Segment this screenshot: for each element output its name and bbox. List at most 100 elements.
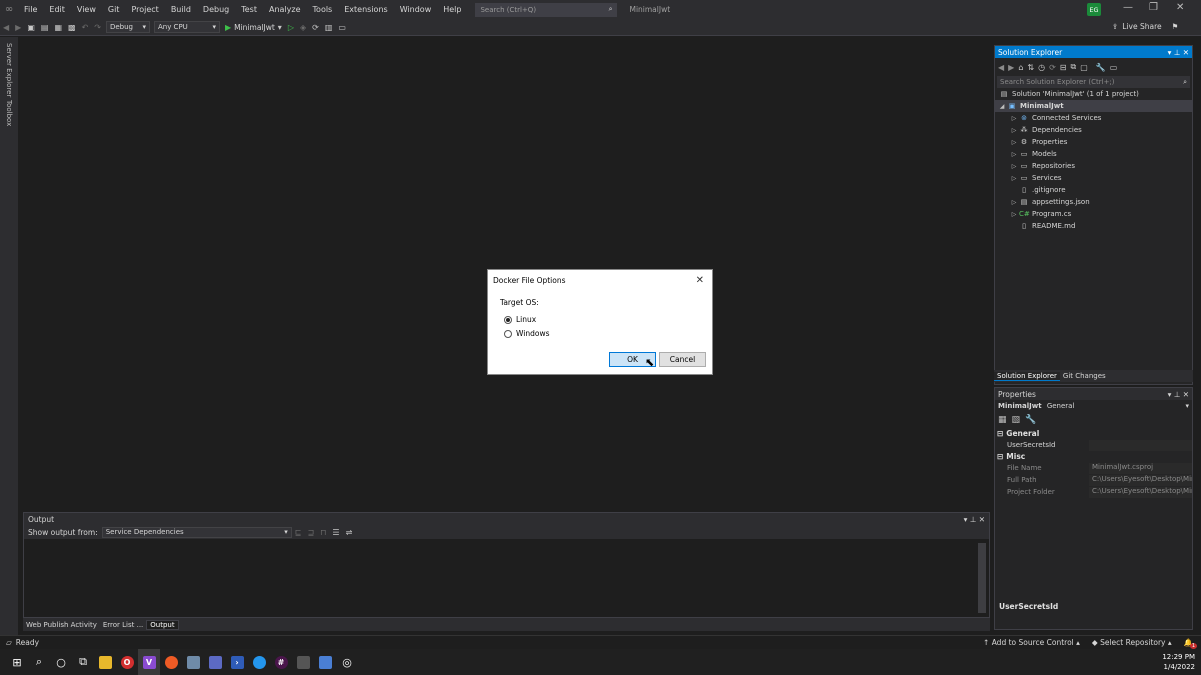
panel-controls[interactable]: ▾ ⊥ ✕: [964, 515, 985, 524]
close-icon[interactable]: ✕: [696, 275, 704, 286]
word-wrap-icon[interactable]: ⇌: [346, 528, 353, 537]
property-row[interactable]: File Name MinimalJwt.csproj: [995, 462, 1192, 474]
menu-edit[interactable]: Edit: [43, 5, 71, 14]
add-to-source-control-button[interactable]: ↑ Add to Source Control ▴: [983, 638, 1080, 647]
tree-item[interactable]: ▷ ▤ appsettings.json: [995, 196, 1192, 208]
taskbar-clock[interactable]: 12:29 PM 1/4/2022: [1162, 652, 1195, 672]
menu-test[interactable]: Test: [235, 5, 263, 14]
properties-icon[interactable]: ▢: [1080, 63, 1088, 72]
visual-studio-logo-icon[interactable]: ∞: [0, 0, 18, 19]
next-message-icon[interactable]: ⊓: [320, 528, 326, 537]
docker-icon[interactable]: [248, 649, 270, 675]
radio-unselected-icon[interactable]: [504, 329, 512, 338]
tab-output[interactable]: Output: [146, 619, 179, 630]
tree-item[interactable]: ▷ ▭ Models: [995, 148, 1192, 160]
powershell-icon[interactable]: ›: [226, 649, 248, 675]
tree-item[interactable]: ▷ ▭ Services: [995, 172, 1192, 184]
forward-icon[interactable]: ▶: [1008, 63, 1014, 72]
notifications-icon[interactable]: 🔔 1: [1184, 638, 1197, 649]
prev-message-icon[interactable]: ⊒: [307, 528, 314, 537]
run-target[interactable]: MinimalJwt: [234, 23, 275, 32]
output-source-dropdown[interactable]: Service Dependencies ▾: [101, 526, 292, 538]
categorized-icon[interactable]: ▦: [998, 415, 1007, 425]
opera-icon[interactable]: O: [116, 649, 138, 675]
back-icon[interactable]: ◀: [3, 23, 9, 32]
menu-tools[interactable]: Tools: [307, 5, 339, 14]
settings-icon[interactable]: 🔧: [1096, 63, 1106, 72]
customize-icon[interactable]: ▭: [338, 23, 346, 32]
file-explorer-icon[interactable]: [94, 649, 116, 675]
sql-server-icon[interactable]: [182, 649, 204, 675]
cancel-button[interactable]: Cancel: [659, 352, 706, 367]
output-scrollbar[interactable]: [978, 543, 986, 613]
menu-analyze[interactable]: Analyze: [263, 5, 307, 14]
live-share-button[interactable]: ⇪ Live Share ⚑: [1112, 22, 1178, 31]
radio-linux[interactable]: Linux: [504, 315, 536, 324]
menu-build[interactable]: Build: [165, 5, 197, 14]
tree-item[interactable]: ▷ C# Program.cs: [995, 208, 1192, 220]
clear-all-icon[interactable]: ☰: [332, 528, 339, 537]
switch-views-icon[interactable]: ⇅: [1027, 63, 1034, 72]
show-all-files-icon[interactable]: ⧉: [1070, 62, 1076, 72]
panel-controls[interactable]: ▾ ⊥ ✕: [1168, 48, 1189, 57]
tab-git-changes[interactable]: Git Changes: [1060, 372, 1109, 380]
collapsed-arrow-icon[interactable]: ▷: [1009, 199, 1019, 206]
radio-windows[interactable]: Windows: [504, 329, 549, 338]
tree-project[interactable]: ◢ ▣ MinimalJwt: [995, 100, 1192, 112]
browser-link-icon[interactable]: ▥: [325, 23, 333, 32]
find-in-output-icon[interactable]: ⊑: [295, 528, 302, 537]
windows-start-icon[interactable]: ⊞: [6, 649, 28, 675]
undo-icon[interactable]: ↶: [82, 23, 89, 32]
property-category-general[interactable]: ⊟ General: [995, 428, 1192, 439]
notes-icon[interactable]: [314, 649, 336, 675]
collapsed-arrow-icon[interactable]: ▷: [1009, 151, 1019, 158]
user-avatar[interactable]: EG: [1087, 3, 1101, 16]
collapsed-arrow-icon[interactable]: ▷: [1009, 127, 1019, 134]
configuration-dropdown[interactable]: Debug ▾: [105, 21, 150, 33]
tree-item[interactable]: ▷ ⚙ Properties: [995, 136, 1192, 148]
expanded-arrow-icon[interactable]: ◢: [997, 103, 1007, 110]
collapse-all-icon[interactable]: ⊟: [1060, 63, 1067, 72]
menu-window[interactable]: Window: [394, 5, 438, 14]
collapse-icon[interactable]: ⊟: [997, 429, 1003, 438]
refresh-icon[interactable]: ⟳: [312, 23, 319, 32]
app-icon[interactable]: [204, 649, 226, 675]
slack-icon[interactable]: #: [270, 649, 292, 675]
minimize-icon[interactable]: —: [1123, 2, 1133, 13]
collapsed-arrow-icon[interactable]: ▷: [1009, 175, 1019, 182]
select-repository-button[interactable]: ◆ Select Repository ▴: [1092, 638, 1172, 647]
chevron-down-icon[interactable]: ▾: [278, 23, 282, 32]
menu-view[interactable]: View: [71, 5, 102, 14]
solution-explorer-search-input[interactable]: Search Solution Explorer (Ctrl+;) ⌕: [997, 76, 1190, 88]
menu-extensions[interactable]: Extensions: [338, 5, 393, 14]
sync-icon[interactable]: ⟳: [1049, 63, 1056, 72]
menu-help[interactable]: Help: [437, 5, 467, 14]
save-all-icon[interactable]: ▩: [68, 23, 76, 32]
toolbox-tab[interactable]: Toolbox: [5, 100, 13, 126]
properties-object-selector[interactable]: MinimalJwt General ▾: [995, 400, 1192, 412]
tab-web-publish-activity[interactable]: Web Publish Activity: [23, 621, 100, 629]
pending-changes-icon[interactable]: ◷: [1038, 63, 1045, 72]
github-icon[interactable]: ◎: [336, 649, 358, 675]
menu-git[interactable]: Git: [102, 5, 126, 14]
postman-icon[interactable]: [160, 649, 182, 675]
radio-selected-icon[interactable]: [504, 315, 512, 324]
tree-item[interactable]: ▯ .gitignore: [995, 184, 1192, 196]
tab-solution-explorer[interactable]: Solution Explorer: [994, 371, 1060, 381]
run-icon[interactable]: ▶: [225, 23, 231, 32]
search-input[interactable]: Search (Ctrl+Q) ⌕: [475, 2, 618, 17]
panel-controls[interactable]: ▾ ⊥ ✕: [1168, 390, 1189, 399]
platform-dropdown[interactable]: Any CPU ▾: [153, 21, 220, 33]
feedback-icon[interactable]: ⚑: [1172, 22, 1179, 31]
collapse-icon[interactable]: ⊟: [997, 452, 1003, 461]
attach-icon[interactable]: ◈: [300, 23, 306, 32]
property-row[interactable]: UserSecretsId: [995, 439, 1192, 451]
collapsed-arrow-icon[interactable]: ▷: [1009, 115, 1019, 122]
collapsed-arrow-icon[interactable]: ▷: [1009, 139, 1019, 146]
restore-icon[interactable]: ❐: [1149, 2, 1158, 13]
home-icon[interactable]: ⌂: [1018, 63, 1023, 72]
property-row[interactable]: Full Path C:\Users\Eyesoft\Desktop\Min: [995, 474, 1192, 486]
server-explorer-tab[interactable]: Server Explorer: [5, 43, 13, 97]
menu-file[interactable]: File: [18, 5, 43, 14]
open-icon[interactable]: ▤: [41, 23, 49, 32]
